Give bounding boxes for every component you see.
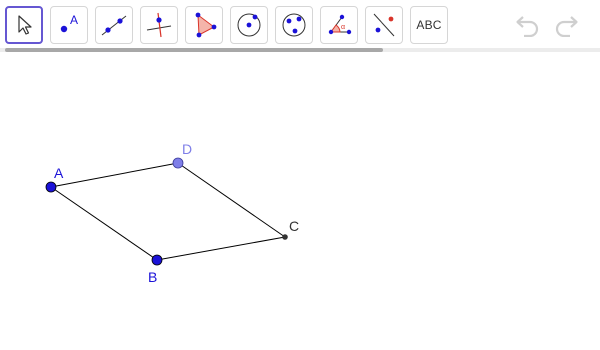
point-tool-button[interactable]: A (50, 6, 88, 44)
segment-d-c[interactable] (177, 162, 286, 238)
undo-button[interactable] (514, 14, 542, 38)
segment-b-a[interactable] (50, 186, 158, 261)
point-c[interactable] (282, 234, 288, 240)
toolbar: A α ABC (0, 0, 600, 48)
polygon-icon (195, 12, 217, 38)
line-tool-button[interactable] (95, 6, 133, 44)
segment-a-d[interactable] (50, 162, 179, 188)
undo-icon (516, 16, 539, 37)
point-b[interactable] (151, 254, 163, 266)
angle-icon: α (328, 14, 352, 35)
circle-center-icon (237, 13, 261, 37)
line-icon (101, 15, 127, 36)
point-a[interactable] (45, 181, 57, 193)
point-d[interactable] (172, 157, 184, 169)
point-c-label: C (289, 218, 299, 234)
angle-tool-button[interactable]: α (320, 6, 358, 44)
text-tool-label: ABC (416, 18, 442, 32)
circle-three-points-icon (282, 13, 306, 37)
move-tool-button[interactable] (5, 6, 43, 44)
circle-center-point-tool-button[interactable] (230, 6, 268, 44)
arrow-cursor-icon (18, 15, 32, 35)
geometry-app: A α ABC A D C B (0, 0, 600, 350)
geometry-canvas[interactable]: A D C B (0, 52, 600, 350)
reflect-tool-button[interactable] (365, 6, 403, 44)
perpendicular-line-icon (146, 12, 172, 38)
redo-icon (555, 16, 578, 37)
point-d-label: D (182, 141, 192, 157)
segment-c-b[interactable] (156, 236, 286, 261)
reflect-icon (373, 13, 395, 37)
point-b-label: B (148, 269, 157, 285)
redo-button[interactable] (552, 14, 580, 38)
circle-three-points-tool-button[interactable] (275, 6, 313, 44)
graphics-view[interactable]: A D C B (0, 52, 600, 350)
svg-text:A: A (70, 13, 78, 27)
point-a-label: A (54, 165, 64, 181)
polygon-tool-button[interactable] (185, 6, 223, 44)
text-tool-button[interactable]: ABC (410, 6, 448, 44)
perpendicular-line-tool-button[interactable] (140, 6, 178, 44)
point-icon: A (60, 13, 78, 33)
svg-text:α: α (341, 24, 345, 31)
